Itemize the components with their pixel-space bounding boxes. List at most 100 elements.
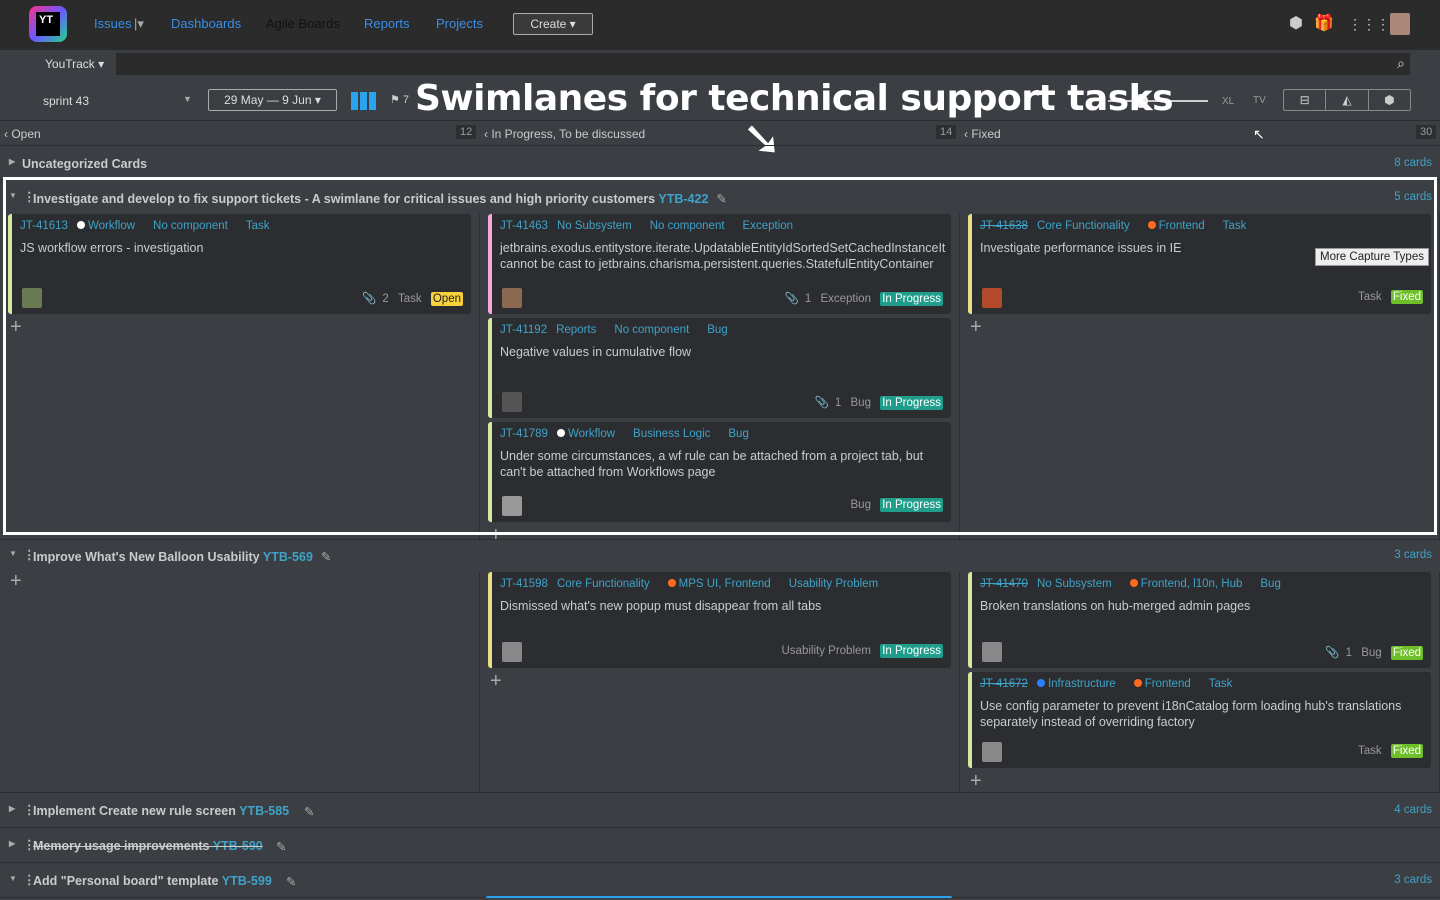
add-card-icon[interactable]: + <box>8 317 471 337</box>
issue-summary[interactable]: Dismissed what's new popup must disappea… <box>500 598 943 614</box>
issue-id[interactable]: JT-41192 <box>500 324 547 336</box>
swimlane-header[interactable]: ▶ ⋮ Memory usage improvements YTB-590 ✎ <box>0 828 1440 863</box>
card-field[interactable]: Core Functionality <box>1037 220 1139 232</box>
assignee-avatar[interactable] <box>982 642 1002 662</box>
assignee-avatar[interactable] <box>502 496 522 516</box>
card-field[interactable]: No component <box>153 220 237 232</box>
card-field[interactable]: Exception <box>743 220 803 232</box>
size-tv[interactable]: TV <box>1253 95 1266 106</box>
card-field[interactable]: Workflow <box>76 220 144 232</box>
card-field[interactable]: Business Logic <box>633 428 719 440</box>
issue-summary[interactable]: Broken translations on hub-merged admin … <box>980 598 1423 614</box>
settings-icon[interactable]: ⬢ <box>1287 15 1305 33</box>
user-avatar[interactable] <box>1390 13 1410 35</box>
card-field[interactable]: No Subsystem <box>1037 578 1121 590</box>
expand-icon[interactable]: ▶ <box>9 157 15 166</box>
edit-icon[interactable]: ✎ <box>321 550 331 564</box>
card-field[interactable]: Bug <box>728 428 757 440</box>
state-badge[interactable]: Fixed <box>1390 290 1423 304</box>
card-field[interactable]: Frontend <box>1147 220 1214 232</box>
nav-reports[interactable]: Reports <box>364 16 410 31</box>
sprint-flag[interactable]: ⚑ 7 <box>390 93 409 106</box>
column-in-progress[interactable]: ‹ In Progress, To be discussed <box>484 127 645 141</box>
issues-dropdown-icon[interactable]: |▾ <box>134 16 144 32</box>
expand-icon[interactable]: ▶ <box>9 839 15 848</box>
card-field[interactable]: No Subsystem <box>557 220 641 232</box>
issue-summary[interactable]: jetbrains.exodus.entitystore.iterate.Upd… <box>500 240 945 272</box>
add-card-icon[interactable]: + <box>8 571 471 591</box>
nav-agile-boards[interactable]: Agile Boards <box>266 16 340 31</box>
nav-issues[interactable]: Issues <box>94 16 132 31</box>
card-field[interactable]: Frontend, l10n, Hub <box>1129 578 1252 590</box>
issue-card[interactable]: JT-41672 Infrastructure Frontend Task Use co… <box>968 672 1431 768</box>
card-field[interactable]: Infrastructure <box>1036 678 1125 690</box>
card-field[interactable]: Task <box>246 220 279 232</box>
card-field[interactable]: Task <box>1223 220 1256 232</box>
card-field[interactable]: Frontend <box>1133 678 1200 690</box>
issue-card[interactable]: JT-41613 Workflow No component Task JS workf… <box>8 214 471 314</box>
edit-icon[interactable]: ✎ <box>716 192 726 206</box>
state-badge[interactable]: In Progress <box>880 644 943 658</box>
issue-summary[interactable]: Negative values in cumulative flow <box>500 344 943 360</box>
card-field[interactable]: MPS UI, Frontend <box>667 578 780 590</box>
sprint-selector[interactable]: sprint 43 <box>43 94 89 108</box>
expand-icon[interactable]: ▶ <box>9 804 15 813</box>
assignee-avatar[interactable] <box>982 288 1002 308</box>
issue-card[interactable]: JT-41192 Reports No component Bug Negative v… <box>488 318 951 418</box>
state-badge[interactable]: In Progress <box>880 292 943 306</box>
issue-id[interactable]: JT-41470 <box>980 578 1028 590</box>
card-field[interactable]: Usability Problem <box>789 578 887 590</box>
search-input[interactable]: ⌕ <box>116 53 1410 75</box>
gift-icon[interactable]: 🎁 <box>1314 15 1334 33</box>
edit-icon[interactable]: ✎ <box>276 839 286 854</box>
swimlane-issue-id[interactable]: YTB-569 <box>263 550 313 564</box>
create-button[interactable]: Create ▾ <box>513 13 593 35</box>
card-field[interactable]: Bug <box>1260 578 1289 590</box>
size-xl[interactable]: XL <box>1222 96 1234 107</box>
state-badge[interactable]: Fixed <box>1390 646 1423 660</box>
assignee-avatar[interactable] <box>22 288 42 308</box>
swimlane-issue-id[interactable]: YTB-422 <box>658 192 708 206</box>
swimlane-header[interactable]: ▼ ⋮ Add "Personal board" template YTB-599… <box>0 863 1440 898</box>
card-field[interactable]: No component <box>650 220 734 232</box>
swimlane-issue-id[interactable]: YTB-599 <box>222 874 272 888</box>
collapse-icon[interactable]: ▼ <box>9 191 17 200</box>
swimlane-header[interactable]: ▼ ⋮ Improve What's New Balloon Usability … <box>0 538 1440 573</box>
state-badge[interactable]: In Progress <box>880 498 943 512</box>
nav-dashboards[interactable]: Dashboards <box>171 16 241 31</box>
issue-id[interactable]: JT-41598 <box>500 578 548 590</box>
issue-id[interactable]: JT-41789 <box>500 428 548 440</box>
issue-card[interactable]: JT-41470 No Subsystem Frontend, l10n, Hub B… <box>968 572 1431 668</box>
chart-icon[interactable]: ◭ <box>1326 90 1369 110</box>
assignee-avatar[interactable] <box>502 288 522 308</box>
card-field[interactable]: Workflow <box>556 428 624 440</box>
issue-summary[interactable]: JS workflow errors - investigation <box>20 240 463 256</box>
edit-icon[interactable]: ✎ <box>286 874 296 889</box>
youtrack-logo[interactable]: YT <box>29 6 67 42</box>
add-card-icon[interactable]: + <box>488 671 951 691</box>
column-fixed[interactable]: ‹ Fixed <box>964 127 1001 141</box>
card-field[interactable]: Reports <box>556 324 605 336</box>
add-card-icon[interactable]: + <box>968 317 1431 337</box>
state-badge[interactable]: Open <box>430 292 463 306</box>
swimlane-uncategorized[interactable]: ▶ Uncategorized Cards 8 cards <box>0 146 1440 180</box>
project-selector[interactable]: YouTrack ▾ <box>45 57 104 71</box>
sprint-dates[interactable]: 29 May — 9 Jun ▾ <box>208 89 337 111</box>
issue-id[interactable]: JT-41613 <box>20 220 68 232</box>
issue-id[interactable]: JT-41463 <box>500 220 548 232</box>
issue-card[interactable]: JT-41789 Workflow Business Logic Bug Under s… <box>488 422 951 522</box>
nav-projects[interactable]: Projects <box>436 16 483 31</box>
search-icon[interactable]: ⌕ <box>1397 55 1405 72</box>
card-field[interactable]: Task <box>1209 678 1242 690</box>
issue-card[interactable]: JT-41598 Core Functionality MPS UI, Fronte… <box>488 572 951 668</box>
board-settings-icon[interactable]: ⬢ <box>1369 90 1410 110</box>
inbox-icon[interactable]: ⊟ <box>1284 90 1327 110</box>
issue-card[interactable]: JT-41463 No Subsystem No component Exceptio… <box>488 214 951 314</box>
assignee-avatar[interactable] <box>502 392 522 412</box>
add-card-icon[interactable]: + <box>968 771 1431 791</box>
swimlane-header[interactable]: ▶ ⋮ Implement Create new rule screen YTB-… <box>0 793 1440 828</box>
issue-summary[interactable]: Under some circumstances, a wf rule can … <box>500 448 943 480</box>
issue-id[interactable]: JT-41672 <box>980 678 1028 690</box>
column-open[interactable]: ‹ Open <box>4 127 41 141</box>
swimlane-issue-id[interactable]: YTB-585 <box>239 804 289 818</box>
